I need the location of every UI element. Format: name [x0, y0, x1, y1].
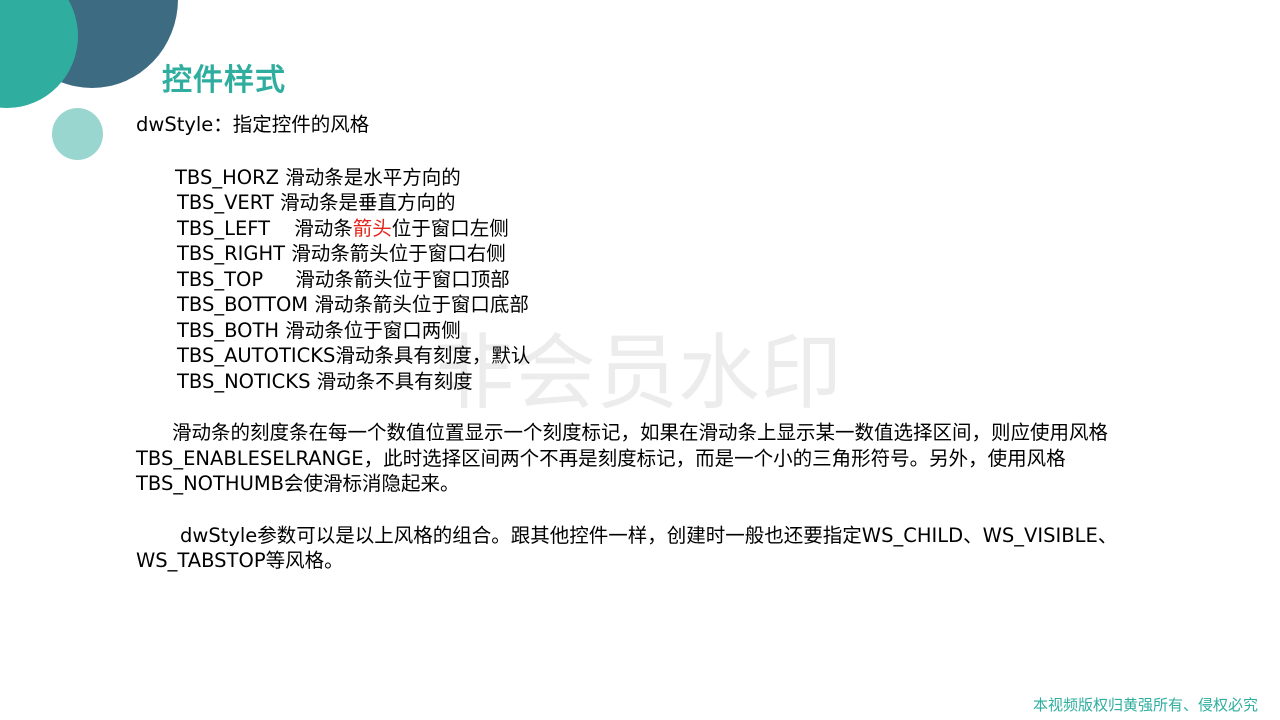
style-name: TBS_LEFT: [177, 216, 271, 240]
style-item: TBS_BOTTOM 滑动条箭头位于窗口底部: [136, 292, 1186, 318]
style-desc-highlight: 箭头: [352, 216, 392, 240]
style-item: TBS_RIGHT 滑动条箭头位于窗口右侧: [136, 241, 1186, 267]
slide-content: dwStyle：指定控件的风格 TBS_HORZ 滑动条是水平方向的 TBS_V…: [136, 112, 1186, 574]
style-desc-prefix: 滑动条: [294, 216, 353, 240]
style-desc: 滑动条具有刻度，默认: [335, 344, 531, 367]
style-desc: 滑动条是垂直方向的: [279, 191, 456, 214]
style-name: TBS_RIGHT: [177, 242, 286, 265]
style-name: TBS_NOTICKS: [177, 369, 311, 393]
style-item: TBS_NOTICKS 滑动条不具有刻度: [136, 369, 1186, 395]
style-desc: 滑动条箭头位于窗口顶部: [295, 267, 510, 291]
style-item: TBS_BOTH 滑动条位于窗口两侧: [136, 318, 1186, 344]
slide-title: 控件样式: [162, 63, 286, 98]
style-name: TBS_AUTOTICKS: [177, 344, 336, 367]
intro-line: dwStyle：指定控件的风格: [136, 113, 370, 136]
explanation-paragraph: 滑动条的刻度条在每一个数值位置显示一个刻度标记，如果在滑动条上显示某一数值选择区…: [136, 421, 1109, 495]
decorative-circle-light: [52, 108, 103, 160]
style-desc: 滑动条是水平方向的: [285, 165, 461, 189]
style-desc: 滑动条位于窗口两侧: [285, 318, 461, 342]
style-name: TBS_BOTH: [177, 318, 280, 342]
style-name: TBS_BOTTOM: [177, 293, 309, 316]
style-name: TBS_TOP: [177, 267, 264, 291]
style-desc: 滑动条不具有刻度: [316, 369, 473, 393]
style-desc: 滑动条箭头位于窗口右侧: [291, 242, 506, 265]
style-item: TBS_VERT 滑动条是垂直方向的: [136, 190, 1186, 216]
combination-paragraph: dwStyle参数可以是以上风格的组合。跟其他控件一样，创建时一般也还要指定WS…: [136, 523, 1118, 573]
style-desc-suffix: 位于窗口左侧: [391, 216, 509, 240]
style-list: TBS_HORZ 滑动条是水平方向的 TBS_VERT 滑动条是垂直方向的 TB…: [136, 165, 1186, 395]
decorative-circle-teal: [0, 0, 78, 108]
style-item: TBS_LEFT 滑动条箭头位于窗口左侧: [136, 216, 1186, 242]
style-name: TBS_HORZ: [175, 165, 279, 189]
style-name: TBS_VERT: [177, 191, 274, 214]
style-item: TBS_HORZ 滑动条是水平方向的: [136, 165, 1186, 191]
style-item: TBS_TOP 滑动条箭头位于窗口顶部: [136, 267, 1186, 293]
style-item: TBS_AUTOTICKS滑动条具有刻度，默认: [136, 343, 1186, 369]
copyright-footer: 本视频版权归黄强所有、侵权必究: [1032, 696, 1258, 714]
style-desc: 滑动条箭头位于窗口底部: [314, 293, 529, 316]
